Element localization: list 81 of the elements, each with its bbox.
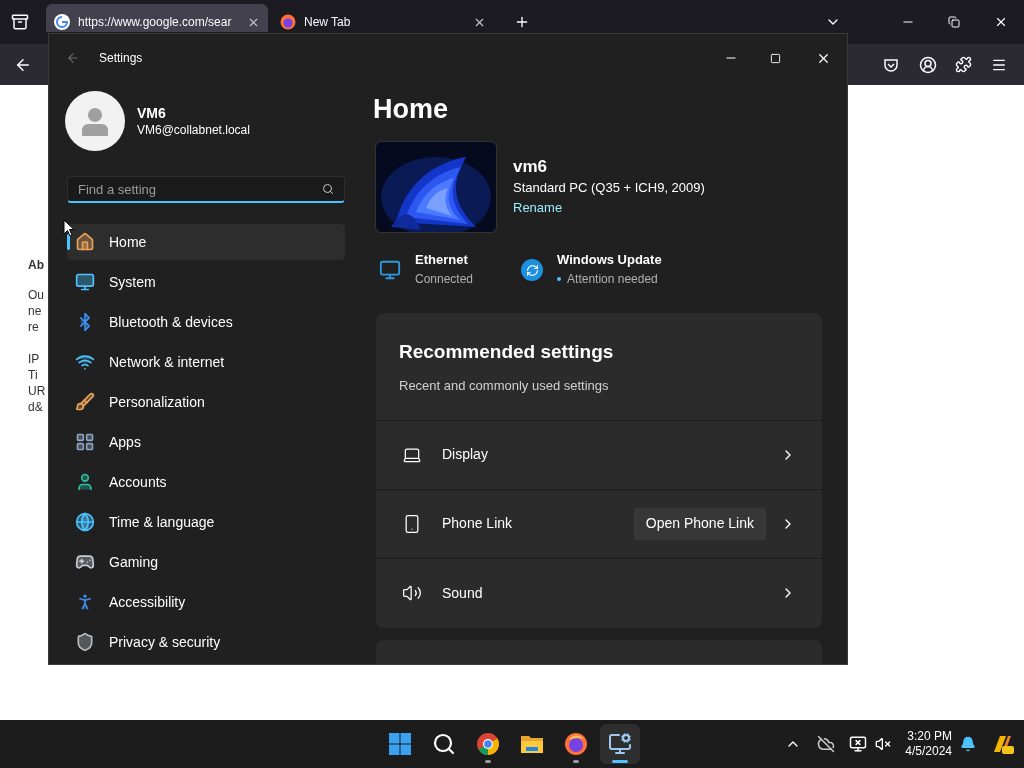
page-text: d& <box>28 399 44 415</box>
card-title: Recommended settings <box>399 340 615 364</box>
home-icon <box>75 232 95 252</box>
page-text: UR <box>28 383 46 399</box>
settings-row[interactable]: Display <box>376 420 822 490</box>
shield-icon <box>75 632 95 652</box>
gamepad-icon <box>75 552 95 572</box>
new-tab-icon[interactable] <box>514 14 530 30</box>
page-text: Ou <box>28 287 45 303</box>
brush-icon <box>75 392 95 412</box>
nav-item[interactable]: Personalization <box>67 384 345 420</box>
chrome-logo-icon <box>476 732 500 756</box>
status-title: Ethernet <box>415 251 469 269</box>
person-icon <box>75 472 95 492</box>
user-email: VM6@collabnet.local <box>137 122 250 138</box>
window-title: Settings <box>99 50 143 67</box>
row-label: Sound <box>442 583 484 603</box>
user-name: VM6 <box>137 104 167 122</box>
row-label: Phone Link <box>442 514 514 533</box>
open-phone-link-button[interactable]: Open Phone Link <box>633 507 766 540</box>
search-icon <box>432 732 456 756</box>
update-icon <box>521 259 544 281</box>
cloud-off-icon[interactable] <box>817 735 836 753</box>
nav-item[interactable]: Gaming <box>67 544 345 580</box>
row-label: Display <box>442 445 489 464</box>
pocket-icon[interactable] <box>883 56 899 73</box>
search-input[interactable]: Find a setting <box>68 177 322 201</box>
bell-icon[interactable] <box>960 736 976 752</box>
windows-logo-icon <box>388 732 412 756</box>
browser-tab[interactable]: https://www.google.com/sear <box>46 4 268 32</box>
settings-row[interactable]: Phone Link Open Phone Link <box>376 489 822 559</box>
clock[interactable]: 3:20 PM 4/5/2024 <box>905 729 952 759</box>
status-subtitle: Attention needed <box>567 271 658 288</box>
speaker-icon <box>402 583 422 603</box>
monitor-icon <box>75 272 95 292</box>
nav-item[interactable]: Time & language <box>67 504 345 540</box>
page-text: re <box>28 319 40 335</box>
page-text: Ti <box>28 367 39 383</box>
card-subtitle: Recent and commonly used settings <box>399 377 610 395</box>
status-subtitle: Connected <box>415 271 474 288</box>
status-title: Windows Update <box>557 251 662 269</box>
tab-title: New Tab <box>304 14 352 31</box>
nav-item[interactable]: Accounts <box>67 464 345 500</box>
gear-icon <box>608 732 632 756</box>
network-icon[interactable] <box>849 735 868 753</box>
firefox-logo-icon <box>564 732 588 756</box>
nav-item[interactable]: System <box>67 264 345 300</box>
nav-item[interactable]: Bluetooth & devices <box>67 304 345 340</box>
nav-item[interactable]: Apps <box>67 424 345 460</box>
extensions-icon[interactable] <box>955 56 972 73</box>
nav-item[interactable]: Privacy & security <box>67 624 345 660</box>
person-icon <box>80 106 110 136</box>
speaker-muted-icon[interactable] <box>875 736 892 752</box>
nav-item[interactable]: Home <box>67 224 345 260</box>
taskbar-app[interactable] <box>600 724 640 764</box>
search-icon <box>322 183 334 195</box>
rename-link[interactable]: Rename <box>513 198 705 218</box>
maximize-icon[interactable] <box>770 52 781 64</box>
page-text: IP <box>28 351 41 367</box>
settings-row[interactable]: Sound <box>376 558 822 628</box>
wifi-icon <box>75 352 95 372</box>
browser-tab[interactable]: New Tab <box>272 4 494 32</box>
ethernet-icon <box>379 259 401 281</box>
restore-icon[interactable] <box>948 16 960 28</box>
account-icon[interactable] <box>919 55 937 74</box>
globe-clock-icon <box>75 512 95 532</box>
page-text: ne <box>28 303 43 319</box>
tab-list-icon[interactable] <box>11 13 29 31</box>
mouse-cursor-icon <box>63 219 75 237</box>
page-title: Home <box>373 93 449 125</box>
firefox-logo-icon <box>280 14 296 30</box>
nav-item[interactable]: Network & internet <box>67 344 345 380</box>
page-text: Ab <box>28 257 45 273</box>
apps-grid-icon <box>75 432 95 452</box>
nav-item[interactable]: Accessibility <box>67 584 345 620</box>
search-field[interactable]: Find a setting <box>67 176 345 203</box>
tab-title: https://www.google.com/sear <box>78 14 233 31</box>
device-name: vm6 <box>513 156 549 178</box>
close-icon[interactable] <box>994 15 1008 29</box>
google-logo-icon <box>54 14 70 30</box>
device-model: Standard PC (Q35 + ICH9, 2009) <box>513 179 705 197</box>
